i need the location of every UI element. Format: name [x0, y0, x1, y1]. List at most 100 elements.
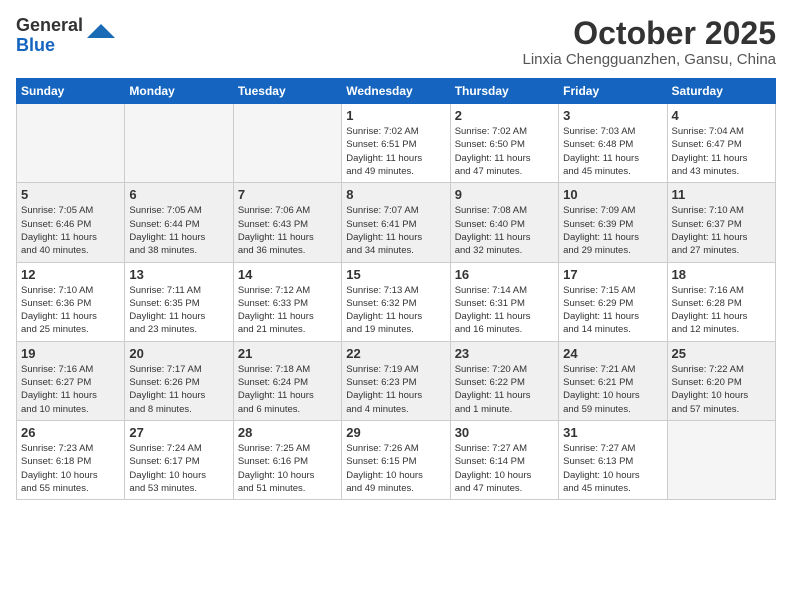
- day-number: 16: [455, 267, 554, 282]
- calendar-cell: 8 Sunrise: 7:07 AM Sunset: 6:41 PM Daylig…: [342, 183, 450, 262]
- day-info: Sunrise: 7:20 AM Sunset: 6:22 PM Dayligh…: [455, 363, 554, 416]
- day-number: 19: [21, 346, 120, 361]
- calendar-cell: [17, 104, 125, 183]
- calendar-cell: 28Sunrise: 7:25 AM Sunset: 6:16 PM Dayli…: [233, 420, 341, 499]
- weekday-header: Tuesday: [233, 79, 341, 104]
- day-number: 18: [672, 267, 771, 282]
- calendar-cell: 3 Sunrise: 7:03 AM Sunset: 6:48 PM Daylig…: [559, 104, 667, 183]
- day-info: Sunrise: 7:11 AM Sunset: 6:35 PM Dayligh…: [129, 284, 228, 337]
- day-info: Sunrise: 7:09 AM Sunset: 6:39 PM Dayligh…: [563, 204, 662, 257]
- weekday-header: Monday: [125, 79, 233, 104]
- calendar-cell: 9Sunrise: 7:08 AM Sunset: 6:40 PM Daylig…: [450, 183, 558, 262]
- calendar-cell: 13 Sunrise: 7:11 AM Sunset: 6:35 PM Dayli…: [125, 262, 233, 341]
- calendar-cell: 24 Sunrise: 7:21 AM Sunset: 6:21 PM Dayli…: [559, 341, 667, 420]
- calendar-cell: [233, 104, 341, 183]
- weekday-header: Saturday: [667, 79, 775, 104]
- day-info: Sunrise: 7:02 AM Sunset: 6:50 PM Dayligh…: [455, 125, 554, 178]
- day-number: 30: [455, 425, 554, 440]
- day-number: 7: [238, 187, 337, 202]
- day-number: 25: [672, 346, 771, 361]
- calendar-cell: [125, 104, 233, 183]
- day-number: 2: [455, 108, 554, 123]
- day-number: 24: [563, 346, 662, 361]
- calendar-cell: 7Sunrise: 7:06 AM Sunset: 6:43 PM Daylig…: [233, 183, 341, 262]
- day-number: 5: [21, 187, 120, 202]
- calendar-cell: 23 Sunrise: 7:20 AM Sunset: 6:22 PM Dayli…: [450, 341, 558, 420]
- calendar-cell: 31 Sunrise: 7:27 AM Sunset: 6:13 PM Dayli…: [559, 420, 667, 499]
- day-number: 1: [346, 108, 445, 123]
- day-info: Sunrise: 7:02 AM Sunset: 6:51 PM Dayligh…: [346, 125, 445, 178]
- weekday-header: Thursday: [450, 79, 558, 104]
- calendar-cell: 26Sunrise: 7:23 AM Sunset: 6:18 PM Dayli…: [17, 420, 125, 499]
- day-info: Sunrise: 7:14 AM Sunset: 6:31 PM Dayligh…: [455, 284, 554, 337]
- calendar-cell: 4 Sunrise: 7:04 AM Sunset: 6:47 PM Daylig…: [667, 104, 775, 183]
- calendar-cell: 17Sunrise: 7:15 AM Sunset: 6:29 PM Dayli…: [559, 262, 667, 341]
- day-number: 27: [129, 425, 228, 440]
- day-info: Sunrise: 7:21 AM Sunset: 6:21 PM Dayligh…: [563, 363, 662, 416]
- day-number: 15: [346, 267, 445, 282]
- day-info: Sunrise: 7:16 AM Sunset: 6:28 PM Dayligh…: [672, 284, 771, 337]
- day-info: Sunrise: 7:23 AM Sunset: 6:18 PM Dayligh…: [21, 442, 120, 495]
- weekday-header: Wednesday: [342, 79, 450, 104]
- calendar-cell: 14Sunrise: 7:12 AM Sunset: 6:33 PM Dayli…: [233, 262, 341, 341]
- weekday-header: Friday: [559, 79, 667, 104]
- day-info: Sunrise: 7:16 AM Sunset: 6:27 PM Dayligh…: [21, 363, 120, 416]
- calendar-cell: 6 Sunrise: 7:05 AM Sunset: 6:44 PM Daylig…: [125, 183, 233, 262]
- calendar-cell: 10 Sunrise: 7:09 AM Sunset: 6:39 PM Dayli…: [559, 183, 667, 262]
- day-info: Sunrise: 7:05 AM Sunset: 6:46 PM Dayligh…: [21, 204, 120, 257]
- day-number: 28: [238, 425, 337, 440]
- day-number: 29: [346, 425, 445, 440]
- day-number: 14: [238, 267, 337, 282]
- day-info: Sunrise: 7:19 AM Sunset: 6:23 PM Dayligh…: [346, 363, 445, 416]
- calendar-cell: 20 Sunrise: 7:17 AM Sunset: 6:26 PM Dayli…: [125, 341, 233, 420]
- day-info: Sunrise: 7:10 AM Sunset: 6:36 PM Dayligh…: [21, 284, 120, 337]
- calendar-week-row: 12 Sunrise: 7:10 AM Sunset: 6:36 PM Dayli…: [17, 262, 776, 341]
- calendar-cell: 27 Sunrise: 7:24 AM Sunset: 6:17 PM Dayli…: [125, 420, 233, 499]
- day-info: Sunrise: 7:08 AM Sunset: 6:40 PM Dayligh…: [455, 204, 554, 257]
- day-info: Sunrise: 7:22 AM Sunset: 6:20 PM Dayligh…: [672, 363, 771, 416]
- calendar-cell: 16 Sunrise: 7:14 AM Sunset: 6:31 PM Dayli…: [450, 262, 558, 341]
- day-info: Sunrise: 7:03 AM Sunset: 6:48 PM Dayligh…: [563, 125, 662, 178]
- logo-icon: [87, 24, 115, 38]
- day-number: 6: [129, 187, 228, 202]
- weekday-header: Sunday: [17, 79, 125, 104]
- calendar-cell: 5 Sunrise: 7:05 AM Sunset: 6:46 PM Daylig…: [17, 183, 125, 262]
- day-number: 10: [563, 187, 662, 202]
- calendar-cell: 2 Sunrise: 7:02 AM Sunset: 6:50 PM Daylig…: [450, 104, 558, 183]
- day-info: Sunrise: 7:13 AM Sunset: 6:32 PM Dayligh…: [346, 284, 445, 337]
- day-number: 17: [563, 267, 662, 282]
- day-info: Sunrise: 7:04 AM Sunset: 6:47 PM Dayligh…: [672, 125, 771, 178]
- calendar-cell: 29 Sunrise: 7:26 AM Sunset: 6:15 PM Dayli…: [342, 420, 450, 499]
- day-info: Sunrise: 7:24 AM Sunset: 6:17 PM Dayligh…: [129, 442, 228, 495]
- calendar-week-row: 19 Sunrise: 7:16 AM Sunset: 6:27 PM Dayli…: [17, 341, 776, 420]
- day-number: 8: [346, 187, 445, 202]
- day-number: 4: [672, 108, 771, 123]
- day-number: 3: [563, 108, 662, 123]
- logo-text: General Blue: [16, 16, 83, 56]
- day-number: 22: [346, 346, 445, 361]
- calendar-cell: [667, 420, 775, 499]
- calendar-cell: 30Sunrise: 7:27 AM Sunset: 6:14 PM Dayli…: [450, 420, 558, 499]
- day-info: Sunrise: 7:17 AM Sunset: 6:26 PM Dayligh…: [129, 363, 228, 416]
- calendar-cell: 22 Sunrise: 7:19 AM Sunset: 6:23 PM Dayli…: [342, 341, 450, 420]
- day-info: Sunrise: 7:26 AM Sunset: 6:15 PM Dayligh…: [346, 442, 445, 495]
- day-number: 13: [129, 267, 228, 282]
- day-number: 31: [563, 425, 662, 440]
- day-number: 21: [238, 346, 337, 361]
- calendar-cell: 18 Sunrise: 7:16 AM Sunset: 6:28 PM Dayli…: [667, 262, 775, 341]
- calendar-cell: 11 Sunrise: 7:10 AM Sunset: 6:37 PM Dayli…: [667, 183, 775, 262]
- title-section: October 2025 Linxia Chengguanzhen, Gansu…: [522, 16, 776, 68]
- day-number: 12: [21, 267, 120, 282]
- page-header: General Blue October 2025 Linxia Chenggu…: [16, 16, 776, 68]
- day-info: Sunrise: 7:27 AM Sunset: 6:13 PM Dayligh…: [563, 442, 662, 495]
- day-number: 23: [455, 346, 554, 361]
- day-number: 20: [129, 346, 228, 361]
- day-info: Sunrise: 7:05 AM Sunset: 6:44 PM Dayligh…: [129, 204, 228, 257]
- day-info: Sunrise: 7:07 AM Sunset: 6:41 PM Dayligh…: [346, 204, 445, 257]
- calendar-cell: 25 Sunrise: 7:22 AM Sunset: 6:20 PM Dayli…: [667, 341, 775, 420]
- month-title: October 2025: [522, 16, 776, 51]
- day-info: Sunrise: 7:10 AM Sunset: 6:37 PM Dayligh…: [672, 204, 771, 257]
- day-info: Sunrise: 7:18 AM Sunset: 6:24 PM Dayligh…: [238, 363, 337, 416]
- location: Linxia Chengguanzhen, Gansu, China: [522, 51, 776, 68]
- day-number: 11: [672, 187, 771, 202]
